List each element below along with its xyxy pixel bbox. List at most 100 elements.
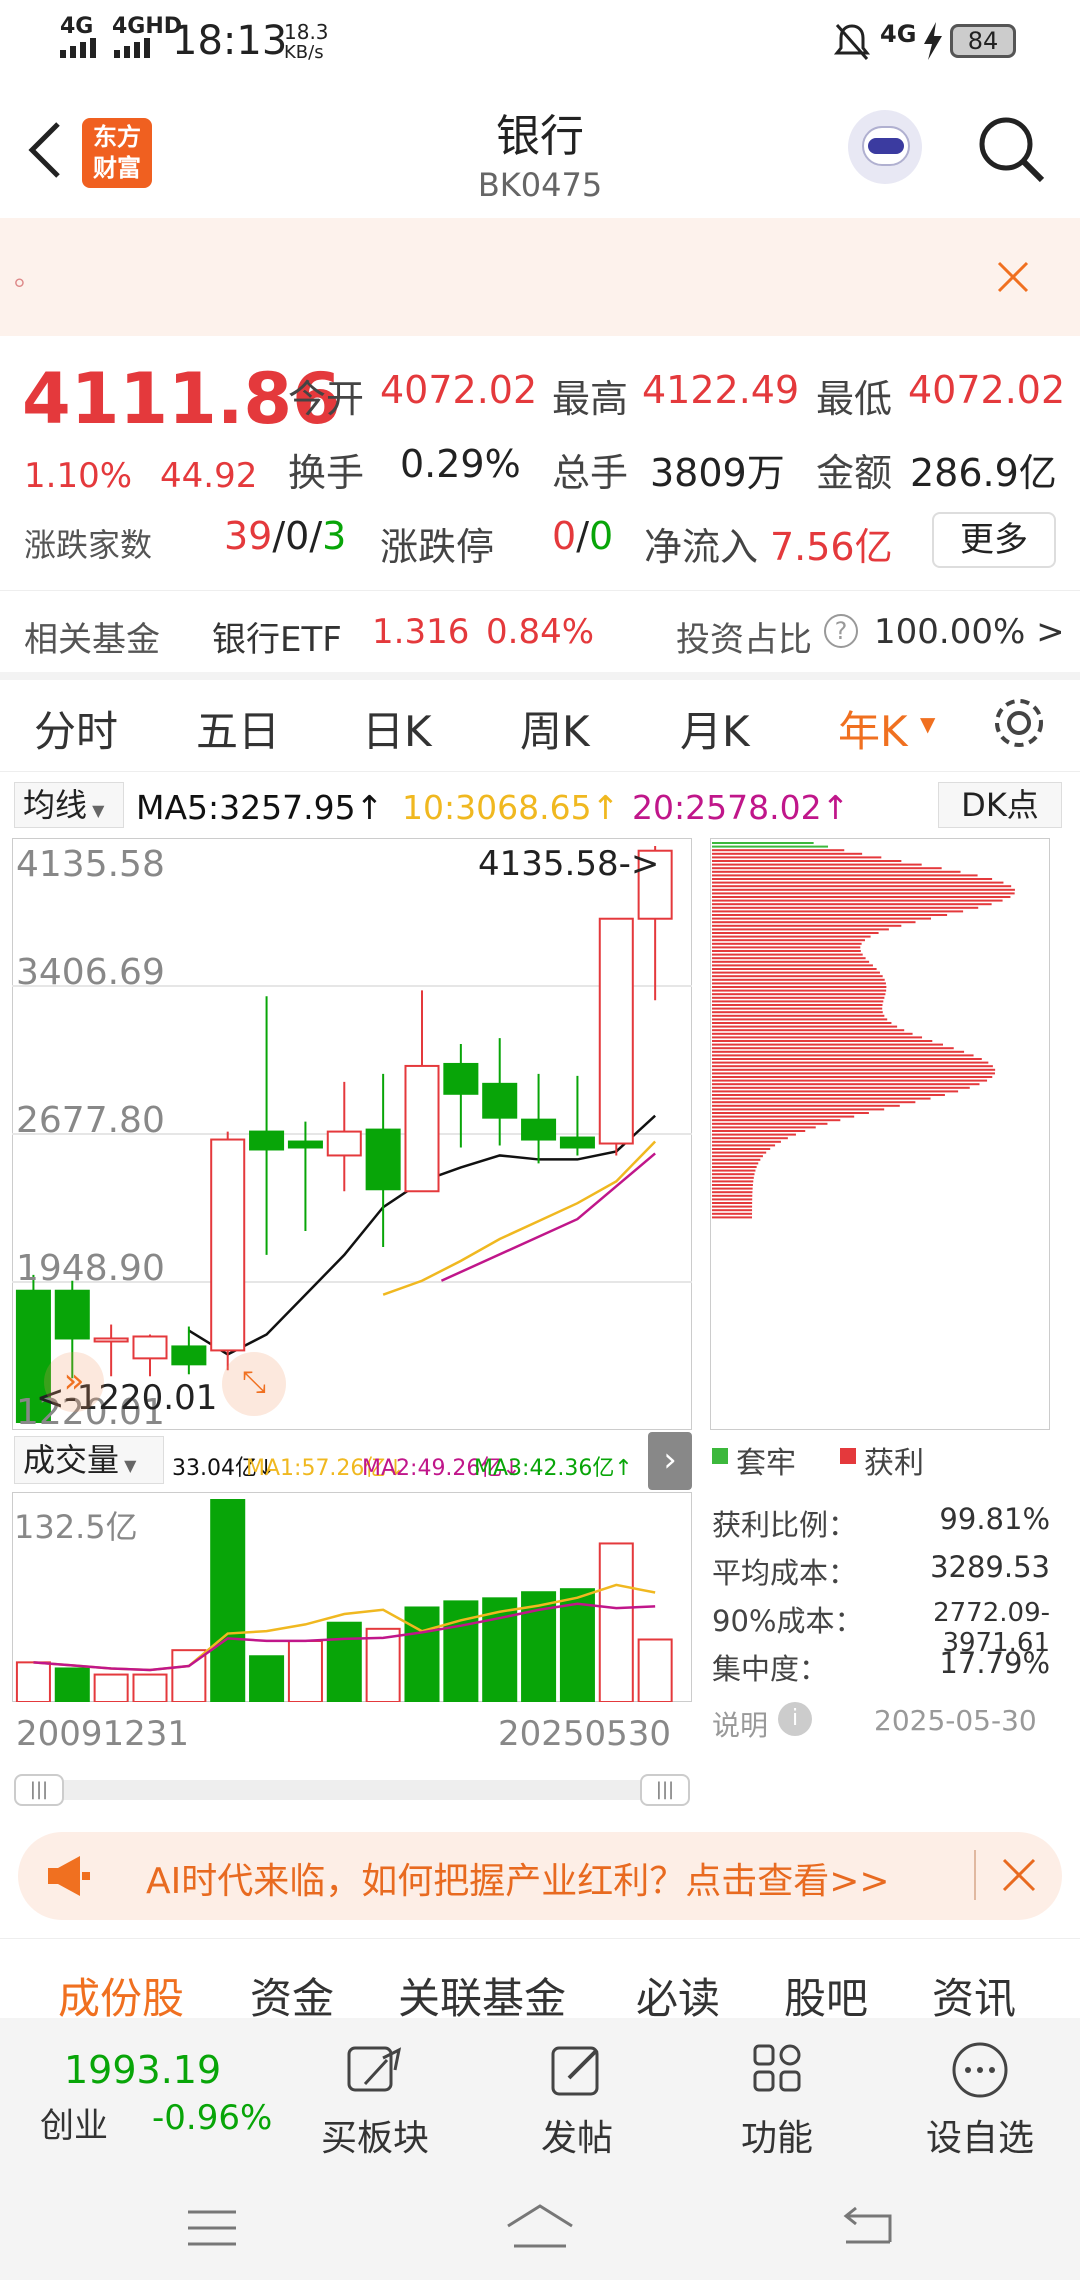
breadth-up: 39: [224, 514, 273, 558]
tab-related-funds[interactable]: 关联基金: [398, 1965, 566, 2026]
chip-bar: [712, 986, 887, 988]
chip-bar: [712, 1000, 884, 1003]
chip-bar: [712, 978, 885, 981]
volume-indicator-select[interactable]: 成交量 ▼: [14, 1436, 164, 1484]
chip-bar: [712, 1112, 869, 1114]
ad-banner[interactable]: AI时代来临，如何把握产业红利？点击查看>>: [18, 1832, 1062, 1920]
tab-5day[interactable]: 五日: [196, 698, 280, 759]
ma20-value: 20:2578.02↑: [632, 788, 850, 827]
bell-mute-icon: [834, 24, 870, 60]
function-button[interactable]: 功能: [722, 2018, 832, 2161]
battery-icon: 84: [950, 24, 1016, 58]
low-label: 最低: [816, 377, 893, 421]
tab-daily[interactable]: 日K: [362, 698, 432, 759]
indicator-select-label: 均线: [23, 786, 88, 824]
chip-bar: [712, 1191, 753, 1194]
info-icon[interactable]: i: [778, 1702, 812, 1736]
candle-body: [521, 1118, 557, 1141]
ad-close-icon[interactable]: [1002, 1858, 1036, 1892]
inflow-label: 净流入: [644, 525, 759, 569]
candle-body: [249, 1130, 285, 1151]
chip-bar: [712, 867, 942, 870]
limit-down: 0: [589, 514, 614, 558]
candle-body: [326, 1130, 362, 1157]
candle-body: [598, 917, 634, 1145]
sep: /: [272, 514, 286, 558]
gem-index-pct[interactable]: -0.96%: [152, 2098, 272, 2138]
fullscreen-icon[interactable]: ⤡: [222, 1352, 286, 1416]
back-nav-icon[interactable]: [840, 2204, 896, 2252]
chip-bar: [712, 870, 961, 873]
search-icon[interactable]: [976, 114, 1048, 186]
volume-bar: [637, 1638, 673, 1702]
chip-bar: [712, 932, 879, 934]
candle-body: [287, 1140, 323, 1149]
add-favorite-button[interactable]: 设自选: [920, 2018, 1040, 2161]
fund-name[interactable]: 银行ETF: [212, 612, 342, 661]
chip-bar: [712, 1151, 767, 1154]
signal-bars-icon: [114, 38, 158, 58]
buy-sector-button[interactable]: 买板块: [320, 2018, 430, 2161]
tab-weekly[interactable]: 周K: [520, 698, 590, 759]
menu-icon[interactable]: [186, 2206, 238, 2250]
grid-apps-icon: [753, 2044, 801, 2092]
ratio-value[interactable]: 100.00% >: [874, 612, 1065, 652]
post-button[interactable]: 发帖: [522, 2018, 632, 2161]
chip-bar: [712, 860, 902, 862]
chip-bar: [712, 1007, 883, 1010]
assistant-avatar[interactable]: [848, 110, 922, 184]
change-value: 44.92: [160, 456, 258, 496]
tab-yearly[interactable]: 年K: [838, 698, 908, 759]
fund-label: 相关基金: [24, 620, 160, 660]
expand-arrow-icon[interactable]: ›: [648, 1432, 692, 1490]
tab-news[interactable]: 资讯: [932, 1965, 1016, 2026]
chip-bar: [712, 1126, 816, 1129]
volume-bar: [132, 1673, 168, 1702]
help-icon[interactable]: ?: [824, 614, 858, 648]
scroll-left-icon[interactable]: »: [44, 1352, 104, 1412]
tab-intraday[interactable]: 分时: [34, 698, 118, 759]
chip-bar: [712, 939, 865, 942]
chip-bar: [712, 1083, 980, 1086]
close-icon[interactable]: [996, 260, 1030, 294]
gem-index-name[interactable]: 创业: [40, 2098, 108, 2147]
range-slider[interactable]: [14, 1780, 690, 1800]
chip-bar: [712, 1086, 970, 1089]
tab-monthly[interactable]: 月K: [680, 698, 750, 759]
tab-constituents[interactable]: 成份股: [58, 1965, 184, 2026]
dk-point-button[interactable]: DK点: [938, 782, 1062, 828]
range-handle-left[interactable]: |||: [14, 1774, 64, 1806]
settings-gear-icon[interactable]: [990, 694, 1048, 752]
chip-bar: [712, 1115, 855, 1118]
chip-bar: [712, 993, 886, 996]
chip-bar: [712, 1176, 754, 1179]
indicator-select[interactable]: 均线 ▼: [14, 782, 124, 828]
gem-index-value[interactable]: 1993.19: [64, 2048, 221, 2092]
notice-banner[interactable]: 。: [0, 218, 1080, 336]
buy-sector-icon: [347, 2046, 402, 2092]
chip-bar: [712, 982, 886, 985]
more-button[interactable]: 更多: [932, 512, 1056, 568]
legend-profit-swatch: [840, 1448, 856, 1464]
tab-must-read[interactable]: 必读: [636, 1965, 720, 2026]
dropdown-icon[interactable]: ▼: [920, 712, 935, 736]
range-handle-right[interactable]: |||: [640, 1774, 690, 1806]
chip-bar: [712, 1018, 888, 1021]
chip-note[interactable]: 说明: [712, 1704, 768, 1744]
tab-forum[interactable]: 股吧: [784, 1965, 868, 2026]
chip-bar: [712, 863, 922, 866]
volume-bar: [210, 1499, 246, 1702]
chip-bar: [712, 950, 861, 952]
ma10-value: 10:3068.65↑: [402, 788, 620, 827]
amount-label: 金额: [816, 451, 893, 495]
chip-bar: [712, 921, 916, 924]
chip-bar: [712, 1065, 993, 1068]
chip-bar: [712, 1130, 806, 1132]
tab-funds-flow[interactable]: 资金: [250, 1965, 334, 2026]
chip-bar: [712, 910, 964, 913]
chip-bar: [712, 1072, 995, 1075]
chip-label-avg: 平均成本：: [712, 1556, 858, 1590]
home-icon[interactable]: [504, 2202, 576, 2254]
chip-bar: [712, 1036, 923, 1039]
breadth-values: 39/0/3: [224, 514, 346, 558]
